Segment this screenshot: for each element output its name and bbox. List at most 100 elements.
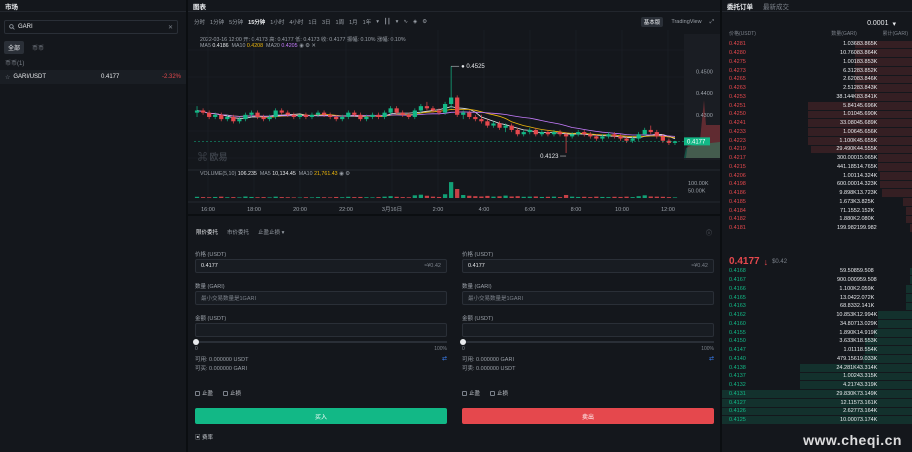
ask-row[interactable]: 0.4250 1.010 45.690K bbox=[722, 110, 912, 119]
clear-icon[interactable]: ✕ bbox=[168, 24, 173, 31]
ask-row[interactable]: 0.4182 1.880K 2.080K bbox=[722, 215, 912, 224]
buy-button[interactable]: 买入 bbox=[195, 408, 447, 424]
gear-icon[interactable]: ⚙ bbox=[345, 171, 350, 177]
ask-row[interactable]: 0.4217 300.000 15.065K bbox=[722, 154, 912, 163]
bid-row[interactable]: 0.4131 29.830K 73.149K bbox=[722, 390, 912, 399]
bid-row[interactable]: 0.4150 3.633K 18.553K bbox=[722, 337, 912, 346]
bid-row[interactable]: 0.4137 1.002 43.315K bbox=[722, 372, 912, 381]
tab-market-order[interactable]: 市价委托 bbox=[227, 228, 249, 236]
bid-row[interactable]: 0.4168 59.508 59.508 bbox=[722, 267, 912, 276]
market-row[interactable]: ☆ GARI/USDT 0.4177 -2.32% bbox=[0, 70, 186, 84]
tab-all[interactable]: 全部 bbox=[4, 41, 25, 54]
price-chart[interactable]: ● 0.4525 0.4123 0.4177 0.4500 0.4400 0.4300 10… bbox=[188, 30, 720, 214]
fee-link[interactable]: ▣ 费率 bbox=[195, 433, 213, 441]
ask-row[interactable]: 0.4206 1.001 14.324K bbox=[722, 171, 912, 180]
buy-stop-loss-checkbox[interactable]: 止损 bbox=[223, 389, 241, 397]
buy-amount-input[interactable] bbox=[195, 323, 447, 337]
ask-row[interactable]: 0.4181 199.982 199.982 bbox=[722, 224, 912, 233]
interval-4h[interactable]: 4小时 bbox=[289, 18, 303, 26]
indicator-icon[interactable]: ∿ bbox=[403, 19, 408, 25]
ask-row[interactable]: 0.4265 2.620 83.846K bbox=[722, 75, 912, 84]
ask-row[interactable]: 0.4280 10.760 83.864K bbox=[722, 49, 912, 58]
candle-body bbox=[648, 129, 653, 133]
ask-row[interactable]: 0.4185 1.673K 3.825K bbox=[722, 198, 912, 207]
sell-stop-loss-checkbox[interactable]: 止损 bbox=[490, 389, 508, 397]
interval-5m[interactable]: 5分钟 bbox=[229, 18, 243, 26]
bid-row[interactable]: 0.4126 2.627 73.164K bbox=[722, 407, 912, 416]
bid-row[interactable]: 0.4166 1.100K 2.059K bbox=[722, 285, 912, 294]
view-tradingview-button[interactable]: TradingView bbox=[668, 18, 704, 26]
interval-3d[interactable]: 3日 bbox=[322, 18, 331, 26]
bid-row[interactable]: 0.4163 68.833 2.141K bbox=[722, 302, 912, 311]
ask-row[interactable]: 0.4198 600.000 14.323K bbox=[722, 180, 912, 189]
sell-amount-input[interactable] bbox=[462, 323, 714, 337]
tab-spot[interactable]: 币币 bbox=[28, 41, 48, 54]
star-icon[interactable]: ☆ bbox=[5, 74, 10, 81]
fullscreen-icon[interactable]: ⤢ bbox=[710, 19, 714, 26]
interval-tick[interactable]: 分时 bbox=[194, 18, 205, 26]
bid-row[interactable]: 0.4167 900.000 959.508 bbox=[722, 276, 912, 285]
interval-15m[interactable]: 15分钟 bbox=[248, 18, 265, 26]
interval-1m[interactable]: 1分钟 bbox=[210, 18, 224, 26]
interval-1d[interactable]: 1日 bbox=[308, 18, 317, 26]
transfer-icon[interactable]: ⇄ bbox=[709, 355, 714, 362]
view-basic-button[interactable]: 基本版 bbox=[640, 17, 664, 27]
bid-row[interactable]: 0.4160 34.807 13.029K bbox=[722, 320, 912, 329]
buy-qty-input[interactable]: 最小交易数量是1GARI bbox=[195, 291, 447, 305]
bid-total: 43.319K bbox=[856, 382, 878, 389]
ask-row[interactable]: 0.4251 5.841 45.696K bbox=[722, 101, 912, 110]
chevron-down-icon[interactable]: ▾ bbox=[376, 19, 379, 25]
search-input[interactable]: GARI ✕ bbox=[4, 20, 178, 34]
bid-row[interactable]: 0.4140 479.156 19.033K bbox=[722, 355, 912, 364]
bid-row[interactable]: 0.4162 10.853K 12.994K bbox=[722, 311, 912, 320]
tab-limit-order[interactable]: 限价委托 bbox=[196, 228, 218, 236]
ask-row[interactable]: 0.4215 441.185 14.765K bbox=[722, 163, 912, 172]
interval-1y[interactable]: 1年 bbox=[363, 18, 372, 26]
tab-stop-order[interactable]: 止盈止损 ▾ bbox=[258, 228, 284, 236]
buy-take-profit-checkbox[interactable]: 止盈 bbox=[195, 389, 213, 397]
buy-slider-handle[interactable] bbox=[193, 339, 199, 345]
precision-select[interactable]: 0.0001 ▾ bbox=[867, 20, 896, 28]
sell-price-input[interactable]: 0.4177 ≈¥0.42 bbox=[462, 259, 714, 273]
ask-row[interactable]: 0.4223 1.100K 45.655K bbox=[722, 136, 912, 145]
bid-row[interactable]: 0.4147 1.011 18.554K bbox=[722, 346, 912, 355]
chevron-down-icon[interactable]: ▾ bbox=[396, 19, 399, 25]
orderbook-header: 价格(USDT) 数量(GARI) 累计(GARI) bbox=[729, 31, 908, 37]
draw-tool-icon[interactable]: ◈ bbox=[413, 19, 417, 25]
bid-row[interactable]: 0.4125 10.000 73.174K bbox=[722, 416, 912, 425]
bid-row[interactable]: 0.4155 1.890K 14.919K bbox=[722, 328, 912, 337]
buy-price-input[interactable]: 0.4177 ≈¥0.42 bbox=[195, 259, 447, 273]
sell-qty-input[interactable]: 最小交易数量是1GARI bbox=[462, 291, 714, 305]
candle-type-icon[interactable]: ┃┃ bbox=[384, 19, 391, 25]
ask-row[interactable]: 0.4281 1.036 83.865K bbox=[722, 40, 912, 49]
sell-slider-handle[interactable] bbox=[460, 339, 466, 345]
sell-slider[interactable] bbox=[460, 339, 714, 345]
transfer-icon[interactable]: ⇄ bbox=[442, 355, 447, 362]
bid-row[interactable]: 0.4127 12.115 73.161K bbox=[722, 398, 912, 407]
ask-row[interactable]: 0.4263 2.512 83.843K bbox=[722, 84, 912, 93]
ask-row[interactable]: 0.4241 33.080 45.689K bbox=[722, 119, 912, 128]
eye-icon[interactable]: ◉ bbox=[339, 171, 344, 177]
ask-row[interactable]: 0.4219 29.490K 44.555K bbox=[722, 145, 912, 154]
ask-row[interactable]: 0.4233 1.006 45.656K bbox=[722, 128, 912, 137]
ask-row[interactable]: 0.4186 9.898K 13.723K bbox=[722, 189, 912, 198]
chevron-down-icon: ▾ bbox=[892, 21, 896, 28]
tab-latest-trades[interactable]: 最新成交 bbox=[763, 1, 789, 11]
interval-1mo[interactable]: 1月 bbox=[349, 18, 358, 26]
interval-1w[interactable]: 1周 bbox=[336, 18, 345, 26]
sell-take-profit-checkbox[interactable]: 止盈 bbox=[462, 389, 480, 397]
ask-qty: 1.001 bbox=[843, 58, 857, 65]
buy-slider[interactable] bbox=[193, 339, 447, 345]
interval-1h[interactable]: 1小时 bbox=[270, 18, 284, 26]
bid-row[interactable]: 0.4132 4.217 43.319K bbox=[722, 381, 912, 390]
ask-row[interactable]: 0.4184 71.155 2.152K bbox=[722, 206, 912, 215]
bid-row[interactable]: 0.4138 24.281K 43.314K bbox=[722, 363, 912, 372]
tab-order-book[interactable]: 委托订单 bbox=[727, 1, 753, 11]
ask-row[interactable]: 0.4275 1.001 83.853K bbox=[722, 58, 912, 67]
ask-row[interactable]: 0.4273 6.312 83.852K bbox=[722, 66, 912, 75]
settings-icon[interactable]: ⚙ bbox=[422, 19, 427, 25]
sell-button[interactable]: 卖出 bbox=[462, 408, 714, 424]
bid-row[interactable]: 0.4165 13.042 2.072K bbox=[722, 293, 912, 302]
ask-row[interactable]: 0.4253 38.144K 83.841K bbox=[722, 93, 912, 102]
info-icon[interactable]: ⓘ bbox=[706, 228, 712, 237]
